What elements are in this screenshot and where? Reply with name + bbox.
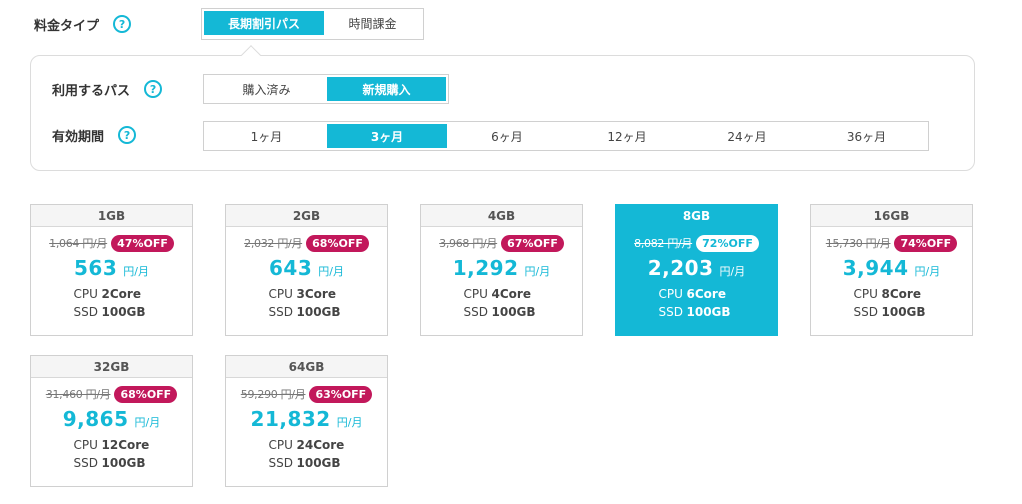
cpu-value: 12Core: [101, 438, 150, 452]
discount-badge: 72%OFF: [696, 234, 759, 252]
cpu-value: 8Core: [881, 287, 921, 301]
original-price: 2,032 円/月: [244, 237, 303, 250]
original-price: 8,082 円/月: [634, 237, 693, 250]
ssd-value: 100GB: [491, 305, 536, 319]
ssd-value: 100GB: [101, 305, 146, 319]
discount-badge: 68%OFF: [306, 234, 369, 252]
cpu-key: CPU: [463, 287, 488, 301]
period-option-6m[interactable]: 6ヶ月: [447, 124, 567, 148]
original-price: 3,968 円/月: [439, 237, 498, 250]
price-unit: 円/月: [318, 265, 344, 278]
cpu-value: 2Core: [101, 287, 141, 301]
plan-price: 1,292: [452, 256, 519, 280]
price-unit: 円/月: [524, 265, 551, 278]
plan-card-2gb[interactable]: 2GB 2,032 円/月 68%OFF 643 円/月 CPU 3Core SSD 1…: [225, 204, 388, 336]
period-option-24m[interactable]: 24ヶ月: [687, 124, 807, 148]
ssd-value: 100GB: [296, 456, 341, 470]
plan-card-32gb[interactable]: 32GB 31,460 円/月 68%OFF 9,865 円/月 CPU 12Core…: [30, 355, 193, 487]
plan-price: 21,832: [250, 407, 331, 431]
price-unit: 円/月: [336, 416, 363, 429]
help-icon[interactable]: ?: [113, 15, 132, 33]
pass-settings-panel: [30, 55, 975, 171]
fee-type-selector: 長期割引パス 時間課金: [201, 8, 424, 40]
cpu-key: CPU: [853, 287, 878, 301]
plan-card-4gb[interactable]: 4GB 3,968 円/月 67%OFF 1,292 円/月 CPU 4Core SS…: [420, 204, 583, 336]
ssd-key: SSD: [463, 305, 488, 319]
period-option-3m[interactable]: 3ヶ月: [327, 124, 447, 148]
cpu-key: CPU: [73, 438, 98, 452]
fee-type-option-long-term[interactable]: 長期割引パス: [204, 11, 324, 35]
pass-option-new[interactable]: 新規購入: [327, 77, 446, 101]
plan-name: 64GB: [226, 356, 387, 378]
plan-card-16gb[interactable]: 16GB 15,730 円/月 74%OFF 3,944 円/月 CPU 8Core …: [810, 204, 973, 336]
plan-price: 643: [269, 256, 313, 280]
price-unit: 円/月: [123, 265, 149, 278]
ssd-key: SSD: [658, 305, 683, 319]
pass-option-purchased[interactable]: 購入済み: [206, 77, 327, 101]
plan-price: 9,865: [62, 407, 129, 431]
discount-badge: 74%OFF: [894, 234, 958, 252]
help-icon[interactable]: ?: [118, 126, 137, 144]
period-label: 有効期間 ?: [52, 123, 137, 147]
help-icon[interactable]: ?: [144, 80, 163, 98]
plan-card-1gb[interactable]: 1GB 1,064 円/月 47%OFF 563 円/月 CPU 2Core SSD 1…: [30, 204, 193, 336]
ssd-value: 100GB: [686, 305, 731, 319]
ssd-key: SSD: [73, 305, 98, 319]
plan-name: 32GB: [31, 356, 192, 378]
ssd-key: SSD: [268, 456, 293, 470]
cpu-key: CPU: [73, 287, 98, 301]
plan-name: 16GB: [811, 205, 972, 227]
cpu-value: 3Core: [296, 287, 336, 301]
original-price: 1,064 円/月: [49, 237, 108, 250]
plan-name: 2GB: [226, 205, 387, 227]
cpu-value: 6Core: [686, 287, 726, 301]
cpu-key: CPU: [268, 438, 293, 452]
original-price: 31,460 円/月: [45, 388, 111, 401]
plan-price: 563: [74, 256, 118, 280]
pass-selector: 購入済み 新規購入: [203, 74, 449, 104]
pass-label: 利用するパス ?: [52, 77, 163, 101]
ssd-value: 100GB: [296, 305, 341, 319]
ssd-value: 100GB: [881, 305, 926, 319]
pass-label-text: 利用するパス: [52, 83, 131, 99]
cpu-value: 4Core: [491, 287, 531, 301]
plan-name: 8GB: [616, 205, 777, 227]
period-option-36m[interactable]: 36ヶ月: [807, 124, 926, 148]
plan-price: 3,944: [842, 256, 909, 280]
period-selector: 1ヶ月 3ヶ月 6ヶ月 12ヶ月 24ヶ月 36ヶ月: [203, 121, 929, 151]
ssd-key: SSD: [73, 456, 98, 470]
discount-badge: 67%OFF: [501, 234, 564, 252]
price-unit: 円/月: [134, 416, 161, 429]
price-unit: 円/月: [719, 265, 746, 278]
cpu-key: CPU: [658, 287, 683, 301]
fee-type-option-hourly[interactable]: 時間課金: [324, 11, 421, 35]
fee-type-label-text: 料金タイプ: [34, 18, 100, 34]
period-option-1m[interactable]: 1ヶ月: [206, 124, 327, 148]
fee-type-label: 料金タイプ ?: [34, 12, 132, 36]
plan-name: 4GB: [421, 205, 582, 227]
plan-card-64gb[interactable]: 64GB 59,290 円/月 63%OFF 21,832 円/月 CPU 24Cor…: [225, 355, 388, 487]
price-unit: 円/月: [914, 265, 941, 278]
period-label-text: 有効期間: [52, 129, 105, 145]
plan-price: 2,203: [647, 256, 714, 280]
cpu-value: 24Core: [296, 438, 345, 452]
ssd-key: SSD: [853, 305, 878, 319]
plan-card-8gb[interactable]: 8GB 8,082 円/月 72%OFF 2,203 円/月 CPU 6Core SS…: [615, 204, 778, 336]
plan-name: 1GB: [31, 205, 192, 227]
ssd-value: 100GB: [101, 456, 146, 470]
original-price: 59,290 円/月: [240, 388, 306, 401]
original-price: 15,730 円/月: [825, 237, 891, 250]
discount-badge: 47%OFF: [111, 234, 174, 252]
ssd-key: SSD: [268, 305, 293, 319]
discount-badge: 68%OFF: [114, 385, 178, 403]
period-option-12m[interactable]: 12ヶ月: [567, 124, 687, 148]
cpu-key: CPU: [268, 287, 293, 301]
discount-badge: 63%OFF: [309, 385, 373, 403]
